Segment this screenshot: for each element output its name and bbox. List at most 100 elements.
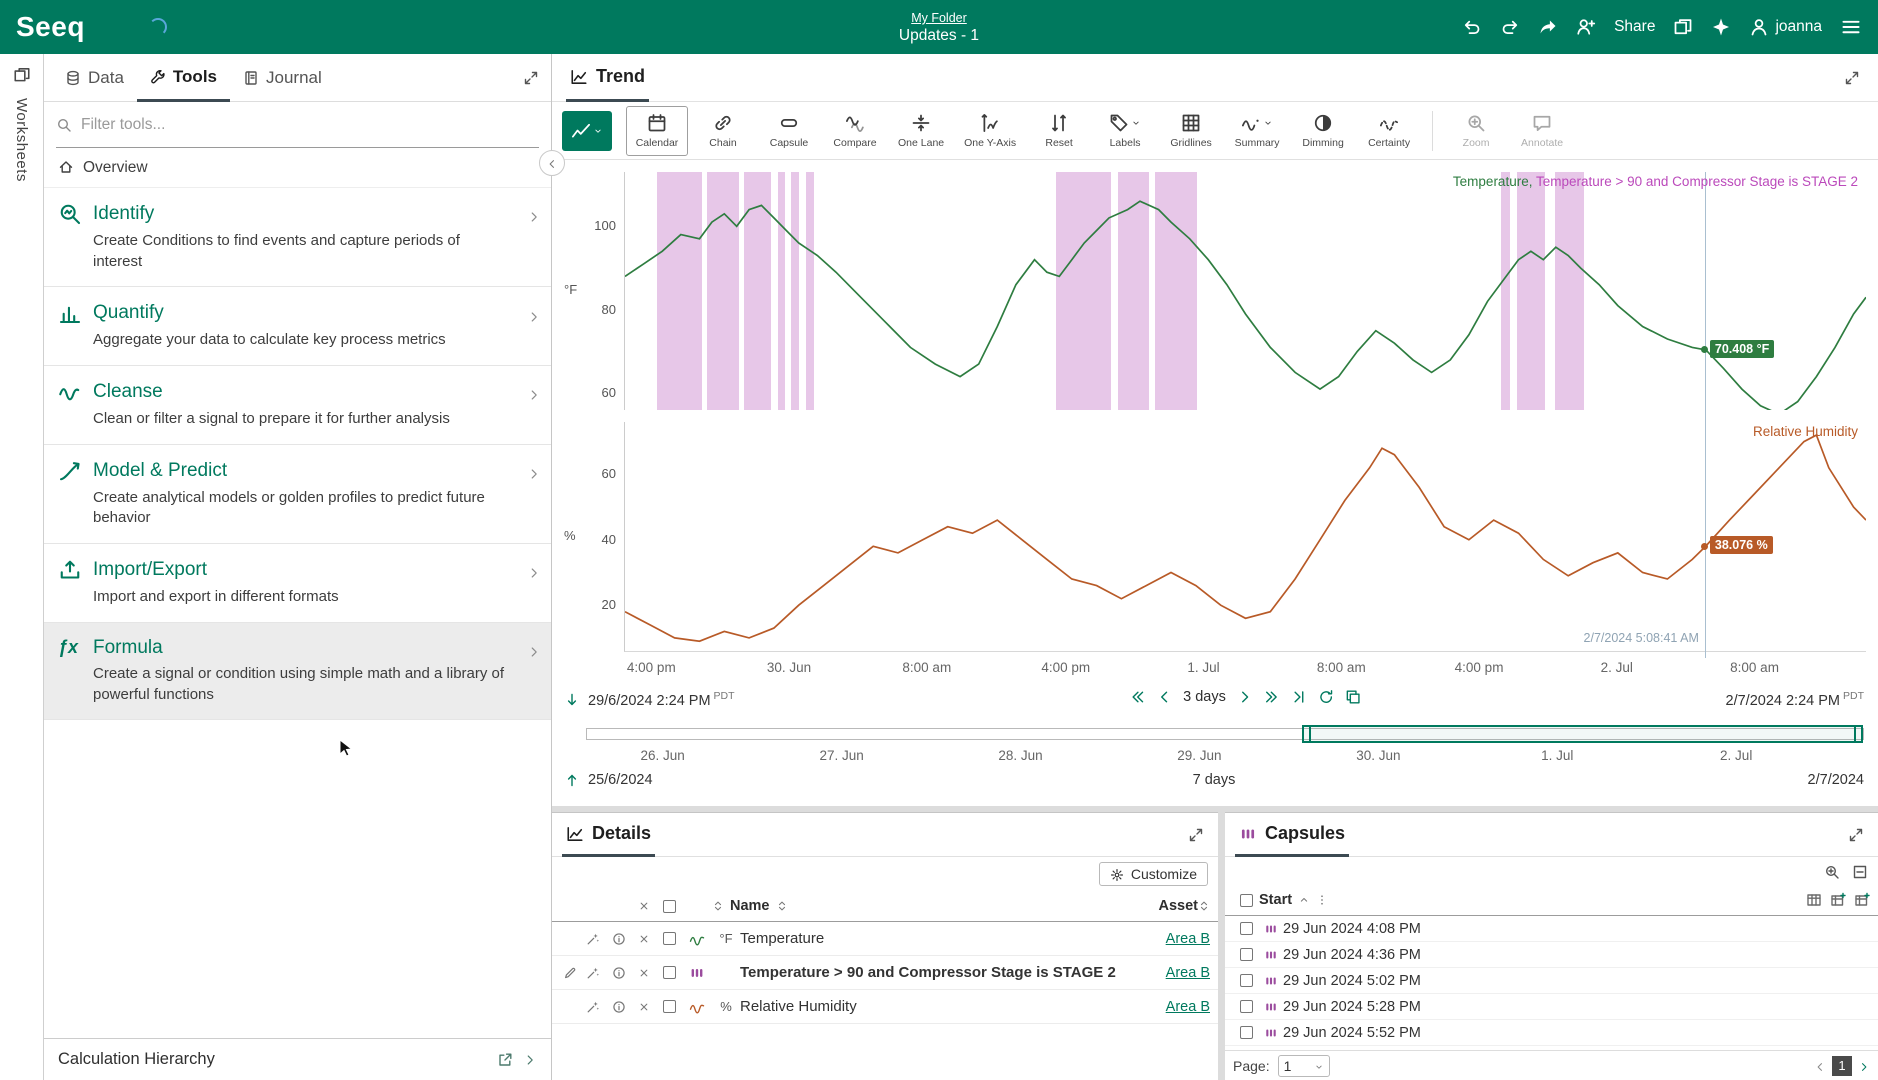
current-page[interactable]: 1: [1832, 1056, 1852, 1076]
ai-assistant-icon[interactable]: [1711, 17, 1731, 37]
tab-details[interactable]: Details: [562, 813, 655, 857]
trend-chart[interactable]: Temperature, Temperature > 90 and Compre…: [552, 160, 1878, 684]
investigate-start-icon[interactable]: [564, 691, 580, 707]
range-handle-right[interactable]: [1854, 725, 1863, 743]
row-checkbox[interactable]: [663, 932, 676, 945]
info-icon[interactable]: [606, 1000, 632, 1014]
capsule-row[interactable]: 29 Jun 2024 4:36 PM: [1225, 942, 1878, 968]
overview-item[interactable]: Overview: [44, 148, 551, 188]
editing-pencil-icon[interactable]: [560, 966, 580, 980]
info-icon[interactable]: [606, 932, 632, 946]
capsule-checkbox[interactable]: [1240, 948, 1253, 961]
sort-start-icon[interactable]: [1298, 892, 1310, 908]
one-y-axis-button[interactable]: One Y-Axis: [956, 106, 1024, 156]
expand-trend-icon[interactable]: [1840, 65, 1864, 90]
sort-asset-icon[interactable]: [1198, 898, 1210, 914]
display-range-start[interactable]: 29/6/2024 2:24 PM: [588, 693, 711, 709]
legend-humidity[interactable]: Relative Humidity: [1753, 424, 1858, 439]
display-range-duration[interactable]: 3 days: [1183, 689, 1226, 705]
capsule-row[interactable]: 29 Jun 2024 4:08 PM: [1225, 916, 1878, 942]
derive-wand-icon[interactable]: [580, 932, 606, 946]
step-back-button[interactable]: [1156, 689, 1172, 705]
tab-data[interactable]: Data: [52, 54, 137, 101]
row-checkbox[interactable]: [663, 1000, 676, 1013]
asset-link[interactable]: Area B: [1166, 965, 1210, 981]
tool-item-cleanse[interactable]: CleanseClean or filter a signal to prepa…: [44, 366, 551, 445]
gridlines-button[interactable]: Gridlines: [1160, 106, 1222, 156]
remove-icon[interactable]: [632, 1001, 656, 1013]
next-page-icon[interactable]: [1858, 1058, 1870, 1074]
summary-button[interactable]: Summary: [1226, 106, 1288, 156]
filter-tools-search[interactable]: [56, 102, 539, 148]
certainty-button[interactable]: Certainty: [1358, 106, 1420, 156]
expand-panel-icon[interactable]: [519, 65, 543, 90]
manage-access-icon[interactable]: [1576, 17, 1596, 37]
skip-forward-button[interactable]: [1264, 689, 1280, 705]
tab-tools[interactable]: Tools: [137, 54, 230, 102]
range-selection[interactable]: [1302, 725, 1863, 743]
seeq-logo[interactable]: Seeq: [16, 11, 85, 43]
capsule-button[interactable]: Capsule: [758, 106, 820, 156]
refresh-button[interactable]: [1318, 689, 1334, 705]
compare-button[interactable]: Compare: [824, 106, 886, 156]
table-row[interactable]: °FTemperatureArea B: [552, 922, 1218, 956]
zoom-button[interactable]: Zoom: [1445, 106, 1507, 156]
expand-capsules-icon[interactable]: [1844, 822, 1868, 847]
breadcrumb[interactable]: My Folder: [911, 11, 967, 25]
select-all-checkbox[interactable]: [663, 900, 676, 913]
one-lane-button[interactable]: One Lane: [890, 106, 952, 156]
column-name-label[interactable]: Name: [730, 898, 770, 914]
investigate-range-icon[interactable]: [564, 772, 580, 788]
go-to-end-button[interactable]: [1291, 689, 1307, 705]
chevron-right-icon[interactable]: [523, 1050, 537, 1069]
tool-item-quantify[interactable]: QuantifyAggregate your data to calculate…: [44, 287, 551, 366]
item-name[interactable]: Relative Humidity: [740, 998, 1140, 1015]
capsule-checkbox[interactable]: [1240, 922, 1253, 935]
tab-journal[interactable]: Journal: [230, 54, 335, 101]
range-track[interactable]: [586, 728, 1864, 740]
temperature-lane[interactable]: Temperature, Temperature > 90 and Compre…: [624, 172, 1866, 410]
table-row[interactable]: %Relative HumidityArea B: [552, 990, 1218, 1024]
tab-trend[interactable]: Trend: [566, 54, 649, 102]
minimize-capsules-icon[interactable]: [1852, 862, 1868, 879]
column-asset-label[interactable]: Asset: [1159, 898, 1199, 914]
move-column-icon[interactable]: [1806, 892, 1822, 908]
tool-item-identify[interactable]: IdentifyCreate Conditions to find events…: [44, 188, 551, 287]
tool-item-formula[interactable]: ƒxFormulaCreate a signal or condition us…: [44, 623, 551, 720]
add-property-icon[interactable]: [1854, 892, 1870, 908]
remove-icon[interactable]: [632, 967, 656, 979]
dimming-button[interactable]: Dimming: [1292, 106, 1354, 156]
capsule-row[interactable]: 29 Jun 2024 5:52 PM: [1225, 1020, 1878, 1046]
humidity-lane[interactable]: Relative Humidity: [624, 422, 1866, 652]
duplicate-range-button[interactable]: [1345, 689, 1361, 705]
page-select[interactable]: 1: [1278, 1055, 1330, 1077]
user-menu[interactable]: joanna: [1749, 17, 1822, 37]
remove-icon[interactable]: [632, 933, 656, 945]
worksheets-panel-icon[interactable]: [1673, 17, 1693, 37]
open-external-icon[interactable]: [497, 1050, 513, 1069]
item-name[interactable]: Temperature: [740, 930, 1140, 947]
hamburger-menu-icon[interactable]: [1840, 16, 1862, 38]
capsule-row[interactable]: 29 Jun 2024 5:28 PM: [1225, 994, 1878, 1020]
customize-button[interactable]: Customize: [1099, 862, 1208, 886]
legend-temperature[interactable]: Temperature,: [1453, 174, 1536, 189]
derive-wand-icon[interactable]: [580, 1000, 606, 1014]
row-checkbox[interactable]: [663, 966, 676, 979]
expand-details-icon[interactable]: [1184, 822, 1208, 847]
legend-condition[interactable]: Temperature > 90 and Compressor Stage is…: [1536, 174, 1858, 189]
worksheets-strip[interactable]: Worksheets: [0, 54, 44, 1080]
undo-icon[interactable]: [1462, 17, 1482, 37]
labels-button[interactable]: Labels: [1094, 106, 1156, 156]
chain-button[interactable]: Chain: [692, 106, 754, 156]
tab-capsules[interactable]: Capsules: [1235, 813, 1349, 857]
capsule-checkbox[interactable]: [1240, 1026, 1253, 1039]
calendar-button[interactable]: Calendar: [626, 106, 688, 156]
forward-icon[interactable]: [1538, 17, 1558, 37]
prev-page-icon[interactable]: [1814, 1058, 1826, 1074]
annotate-button[interactable]: Annotate: [1511, 106, 1573, 156]
zoom-capsules-icon[interactable]: [1824, 862, 1840, 879]
capsule-row[interactable]: 29 Jun 2024 5:02 PM: [1225, 968, 1878, 994]
display-range-end[interactable]: 2/7/2024 2:24 PM: [1726, 693, 1840, 709]
asset-link[interactable]: Area B: [1166, 931, 1210, 947]
sort-icon-2[interactable]: [776, 898, 788, 914]
